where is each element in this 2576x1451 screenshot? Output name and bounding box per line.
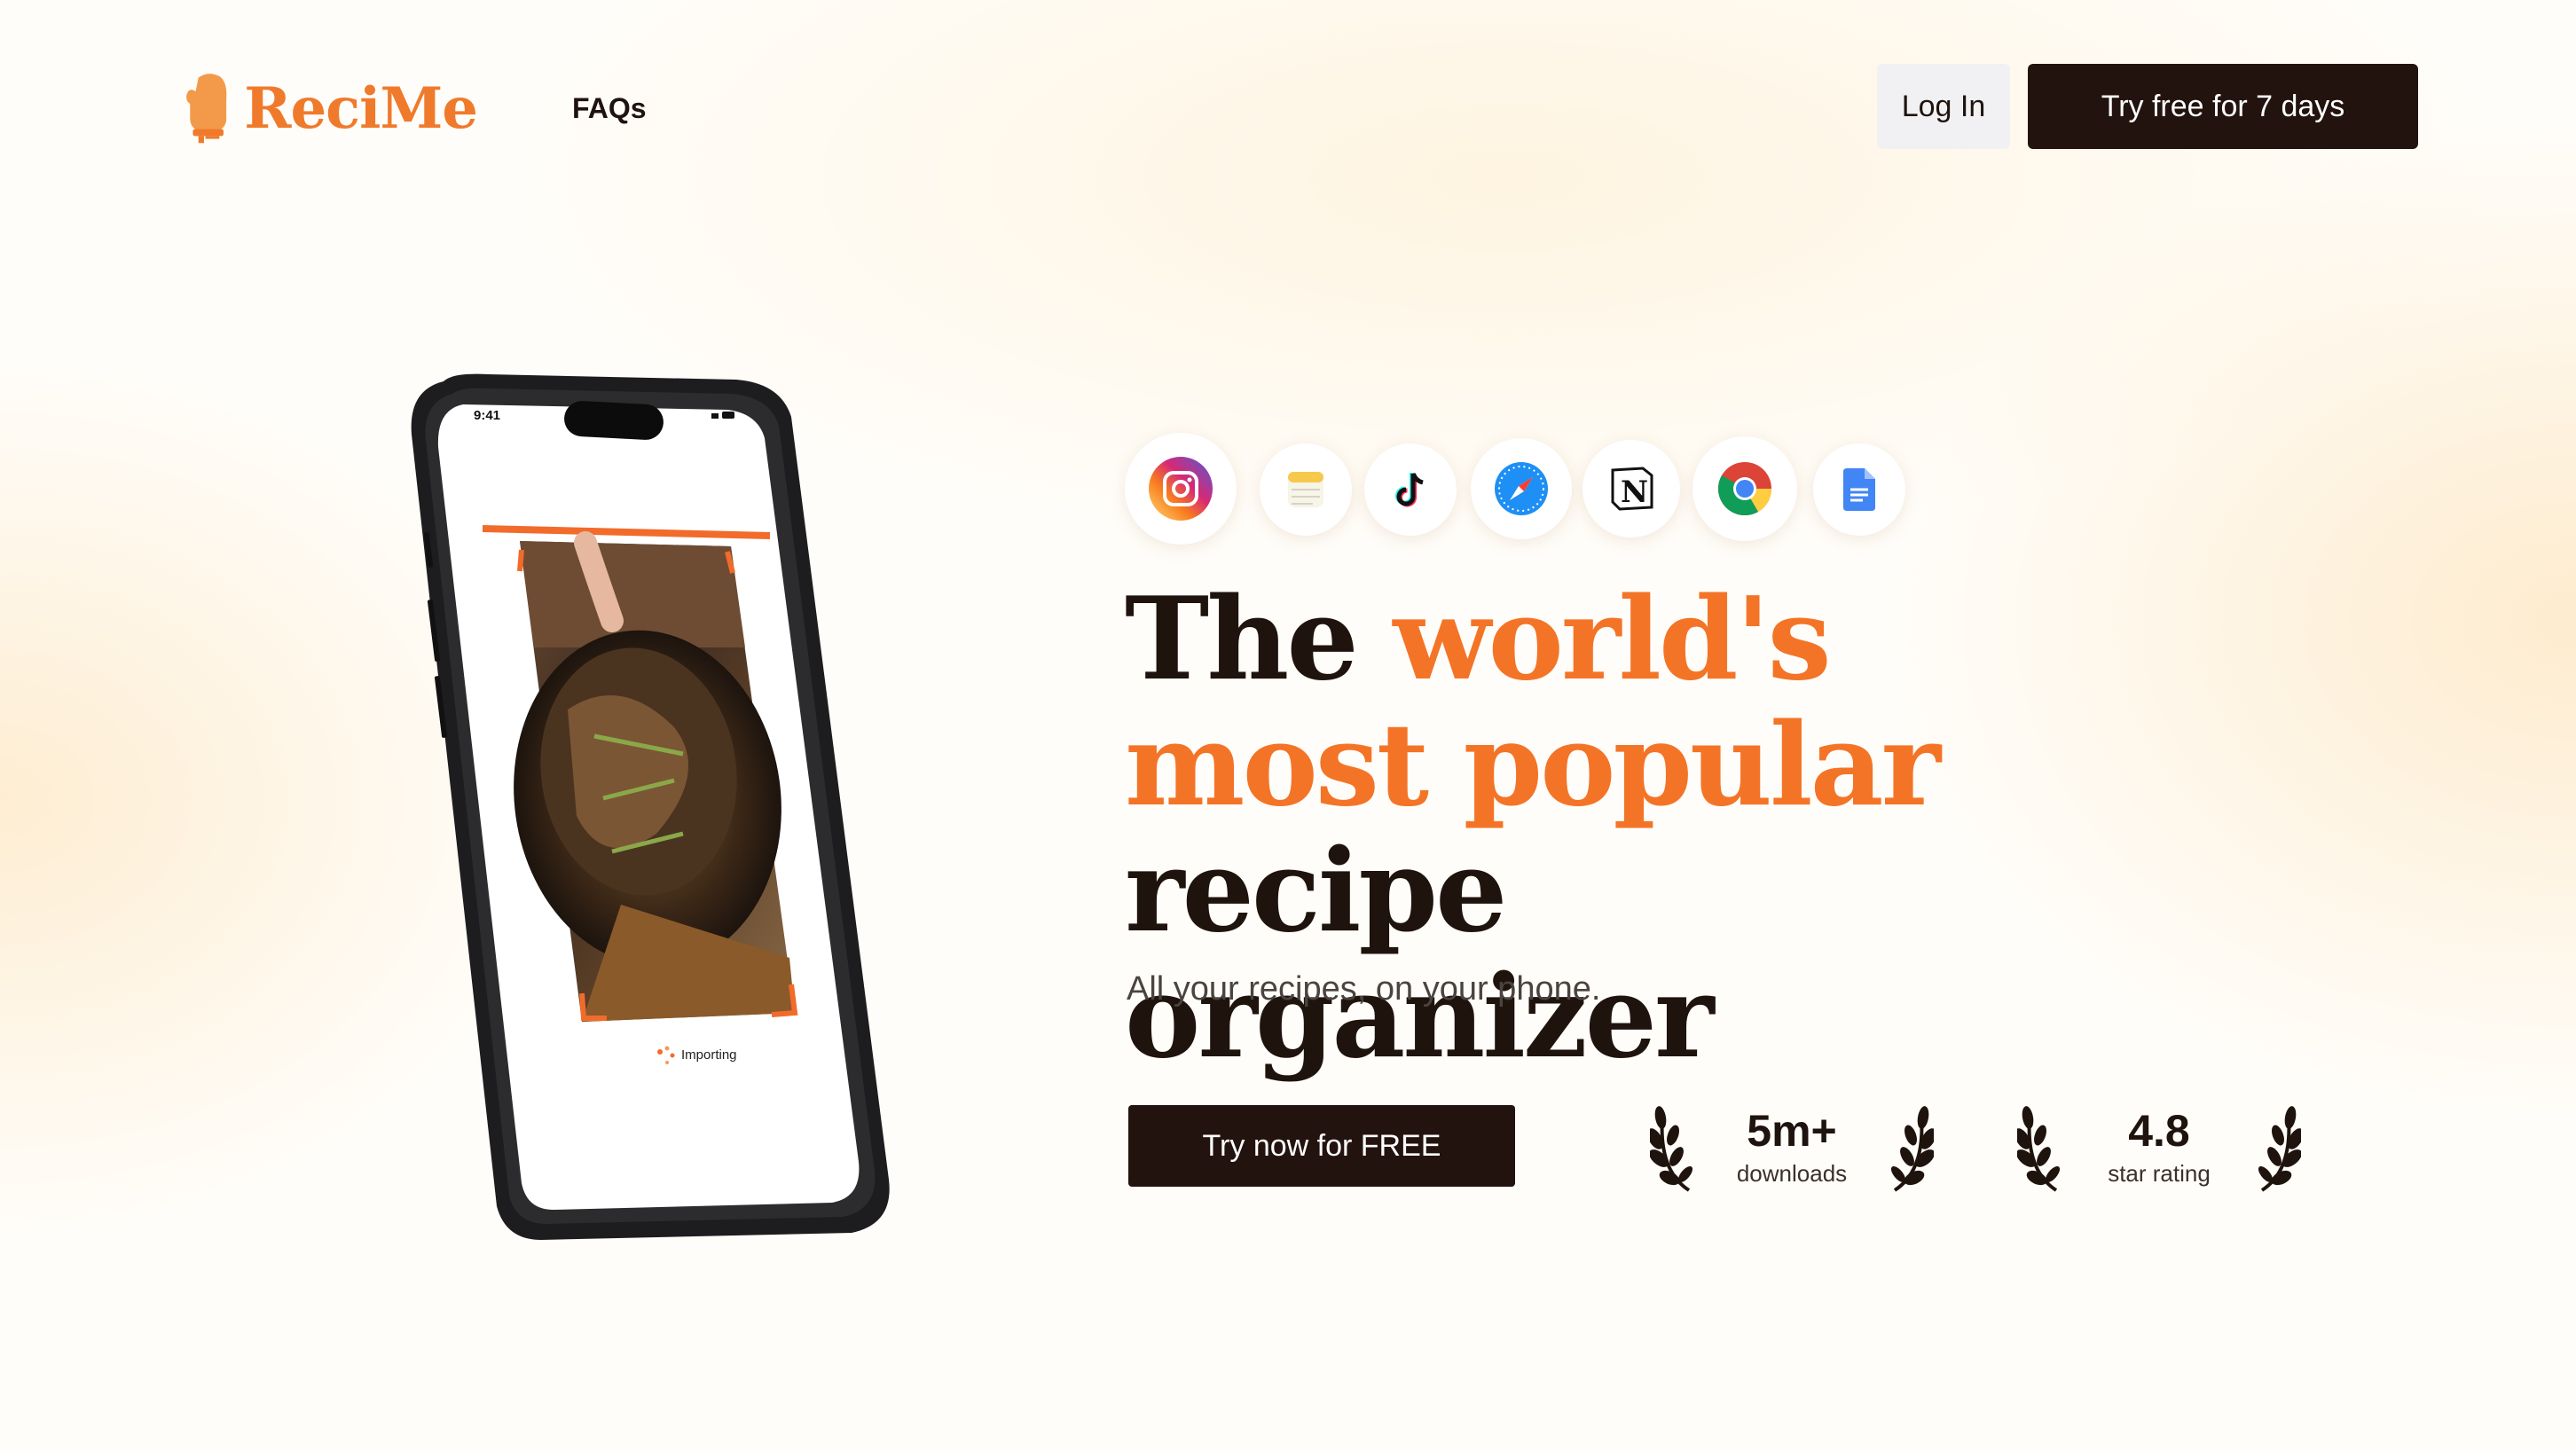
downloads-value: 5m+ (1747, 1106, 1837, 1156)
rating-stat: 4.8 star rating (2017, 1100, 2301, 1197)
try-free-button[interactable]: Try free for 7 days (2028, 64, 2418, 149)
notion-icon: N (1583, 440, 1680, 537)
oven-mitt-icon (186, 74, 227, 144)
svg-text:N: N (1621, 475, 1648, 510)
phone-mockup: 9:41 Importing (390, 355, 923, 1259)
laurel-right-icon (2258, 1106, 2301, 1192)
rating-value: 4.8 (2128, 1106, 2190, 1156)
tiktok-icon (1364, 443, 1457, 536)
google-docs-icon (1813, 443, 1905, 536)
headline-part-1: The (1125, 573, 1394, 706)
chrome-icon (1692, 436, 1797, 541)
downloads-caption: downloads (1736, 1160, 1848, 1187)
importing-status: Importing (681, 1047, 737, 1063)
safari-icon (1471, 438, 1572, 539)
notes-icon (1260, 443, 1352, 536)
laurel-right-icon (1890, 1106, 1934, 1192)
hero-subtitle: All your recipes, on your phone. (1127, 970, 1601, 1008)
laurel-left-icon (2017, 1106, 2061, 1192)
brand-name: ReciMe (244, 75, 478, 142)
downloads-stat: 5m+ downloads (1650, 1100, 1934, 1197)
try-now-button[interactable]: Try now for FREE (1128, 1105, 1515, 1187)
phone-time: 9:41 (474, 408, 500, 423)
rating-caption: star rating (2108, 1160, 2211, 1187)
laurel-left-icon (1650, 1106, 1693, 1192)
instagram-icon (1125, 433, 1237, 545)
recime-logo[interactable]: ReciMe (185, 62, 478, 154)
headline-part-2: recipe organizer (1125, 825, 1714, 1084)
nav-faqs-link[interactable]: FAQs (572, 92, 647, 125)
login-button[interactable]: Log In (1877, 64, 2010, 149)
